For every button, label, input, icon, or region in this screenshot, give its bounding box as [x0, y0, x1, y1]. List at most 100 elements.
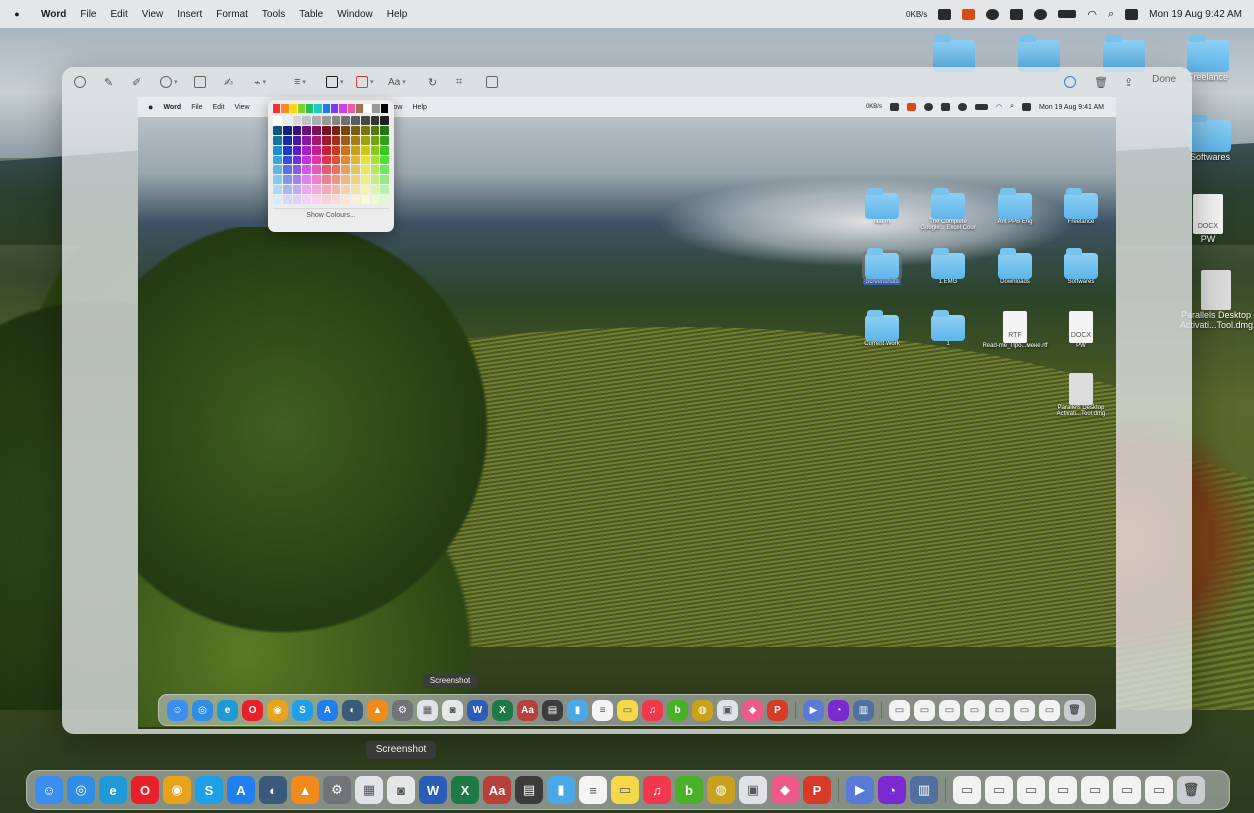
edge-icon[interactable]: e — [217, 699, 238, 721]
color-swatch[interactable] — [370, 135, 380, 145]
menu-view[interactable]: View — [135, 9, 171, 20]
color-swatch[interactable] — [360, 116, 370, 125]
color-swatch[interactable] — [306, 104, 314, 113]
share-button[interactable]: ⇪ — [1124, 75, 1133, 89]
color-swatch[interactable] — [302, 165, 311, 175]
notification-status-icon[interactable] — [962, 8, 976, 20]
draw-tool[interactable]: ✐ — [132, 75, 141, 89]
color-swatch[interactable] — [331, 125, 341, 135]
color-swatch[interactable] — [370, 185, 380, 195]
wps-icon[interactable]: P — [767, 699, 788, 721]
color-swatch[interactable] — [380, 104, 388, 113]
color-swatch[interactable] — [372, 104, 380, 113]
color-swatch[interactable] — [314, 104, 322, 113]
menu-file[interactable]: File — [73, 9, 103, 20]
color-swatch[interactable] — [302, 175, 311, 185]
fill-color-menu[interactable]: ▾ — [356, 75, 374, 89]
color-swatch[interactable] — [380, 175, 389, 185]
safari-icon[interactable]: ◎ — [192, 699, 213, 721]
color-swatch[interactable] — [321, 175, 331, 185]
finder-icon[interactable]: ☺ — [167, 699, 188, 721]
color-swatch[interactable] — [370, 116, 380, 125]
color-swatch[interactable] — [341, 155, 350, 165]
color-swatch[interactable] — [360, 145, 370, 155]
screen-sharing-icon[interactable]: ▥ — [910, 776, 938, 804]
show-colours-button[interactable]: Show Colours... — [273, 208, 389, 219]
finder-icon[interactable]: ☺ — [35, 776, 63, 804]
edge-icon[interactable]: e — [99, 776, 127, 804]
color-swatch[interactable] — [292, 116, 302, 125]
wps-icon[interactable]: P — [803, 776, 831, 804]
folder-app-icon[interactable]: ▮ — [547, 776, 575, 804]
color-swatch[interactable] — [380, 195, 389, 204]
proxyman-icon[interactable]: ◐ — [342, 699, 363, 721]
color-swatch[interactable] — [341, 165, 350, 175]
color-swatch[interactable] — [292, 155, 302, 165]
excel-icon[interactable]: X — [451, 776, 479, 804]
color-swatch[interactable] — [360, 125, 370, 135]
menu-edit[interactable]: Edit — [104, 9, 135, 20]
globe-app-icon[interactable]: ◍ — [692, 699, 713, 721]
preview-icon[interactable]: ▣ — [739, 776, 767, 804]
color-swatch[interactable] — [360, 175, 370, 185]
color-swatch[interactable] — [281, 104, 289, 113]
notes-icon[interactable]: ▭ — [617, 699, 638, 721]
opera-icon[interactable]: O — [131, 776, 159, 804]
color-swatch[interactable] — [331, 185, 341, 195]
trash-icon[interactable]: 🗑 — [1064, 699, 1085, 721]
color-swatch[interactable] — [341, 175, 350, 185]
vlc-icon[interactable]: ▲ — [291, 776, 319, 804]
tor-icon[interactable]: ◔ — [878, 776, 906, 804]
line-style-menu[interactable]: ≡ ▾ — [294, 75, 306, 89]
color-swatch[interactable] — [360, 185, 370, 195]
color-swatch[interactable] — [312, 165, 321, 175]
bitdefender-icon[interactable]: b — [667, 699, 688, 721]
calculator-icon[interactable]: ▤ — [542, 699, 563, 721]
color-swatch[interactable] — [312, 145, 321, 155]
color-swatch[interactable] — [341, 145, 350, 155]
opera-icon[interactable]: O — [242, 699, 263, 721]
color-swatch[interactable] — [351, 185, 360, 195]
color-swatch[interactable] — [351, 155, 360, 165]
color-swatch[interactable] — [341, 116, 350, 125]
crop-button[interactable]: ⌗ — [456, 75, 462, 89]
stack-thumb-6-icon[interactable]: ▭ — [1113, 776, 1141, 804]
color-swatch[interactable] — [370, 125, 380, 135]
app-store-icon[interactable]: A — [227, 776, 255, 804]
launchpad-icon[interactable]: ▦ — [417, 699, 438, 721]
color-swatch[interactable] — [331, 116, 341, 125]
user-status-icon[interactable] — [1034, 8, 1048, 20]
color-swatch[interactable] — [282, 185, 292, 195]
calculator-icon[interactable]: ▤ — [515, 776, 543, 804]
stack-thumb-2-icon[interactable]: ▭ — [985, 776, 1013, 804]
color-swatch[interactable] — [312, 125, 321, 135]
vlc-icon[interactable]: ▲ — [367, 699, 388, 721]
folder-app-icon[interactable]: ▮ — [567, 699, 588, 721]
color-swatch[interactable] — [380, 125, 389, 135]
color-swatch[interactable] — [341, 135, 350, 145]
dictionary-icon[interactable]: Aa — [483, 776, 511, 804]
trash-icon[interactable]: 🗑 — [1177, 776, 1205, 804]
color-swatch[interactable] — [321, 125, 331, 135]
launchpad-icon[interactable]: ▦ — [355, 776, 383, 804]
color-swatch[interactable] — [330, 104, 339, 113]
menu-window[interactable]: Window — [330, 9, 380, 20]
color-swatch[interactable] — [331, 145, 341, 155]
color-swatch[interactable] — [282, 165, 292, 175]
system-settings-icon[interactable]: ⚙ — [323, 776, 351, 804]
color-swatch[interactable] — [282, 145, 292, 155]
stack-thumb-2-icon[interactable]: ▭ — [914, 699, 935, 721]
music-icon[interactable]: ♫ — [643, 776, 671, 804]
color-swatch[interactable] — [370, 165, 380, 175]
color-swatch[interactable] — [347, 104, 355, 113]
color-swatch[interactable] — [302, 125, 311, 135]
shapes-tool[interactable]: ▾ — [160, 75, 178, 89]
color-swatch[interactable] — [312, 155, 321, 165]
color-swatch[interactable] — [302, 135, 311, 145]
word-icon[interactable]: W — [419, 776, 447, 804]
color-swatch[interactable] — [282, 135, 292, 145]
stack-thumb-1-icon[interactable]: ▭ — [953, 776, 981, 804]
color-swatch[interactable] — [380, 135, 389, 145]
app-store-icon[interactable]: A — [317, 699, 338, 721]
highlight-tool[interactable]: ⌁ ▾ — [254, 75, 266, 89]
